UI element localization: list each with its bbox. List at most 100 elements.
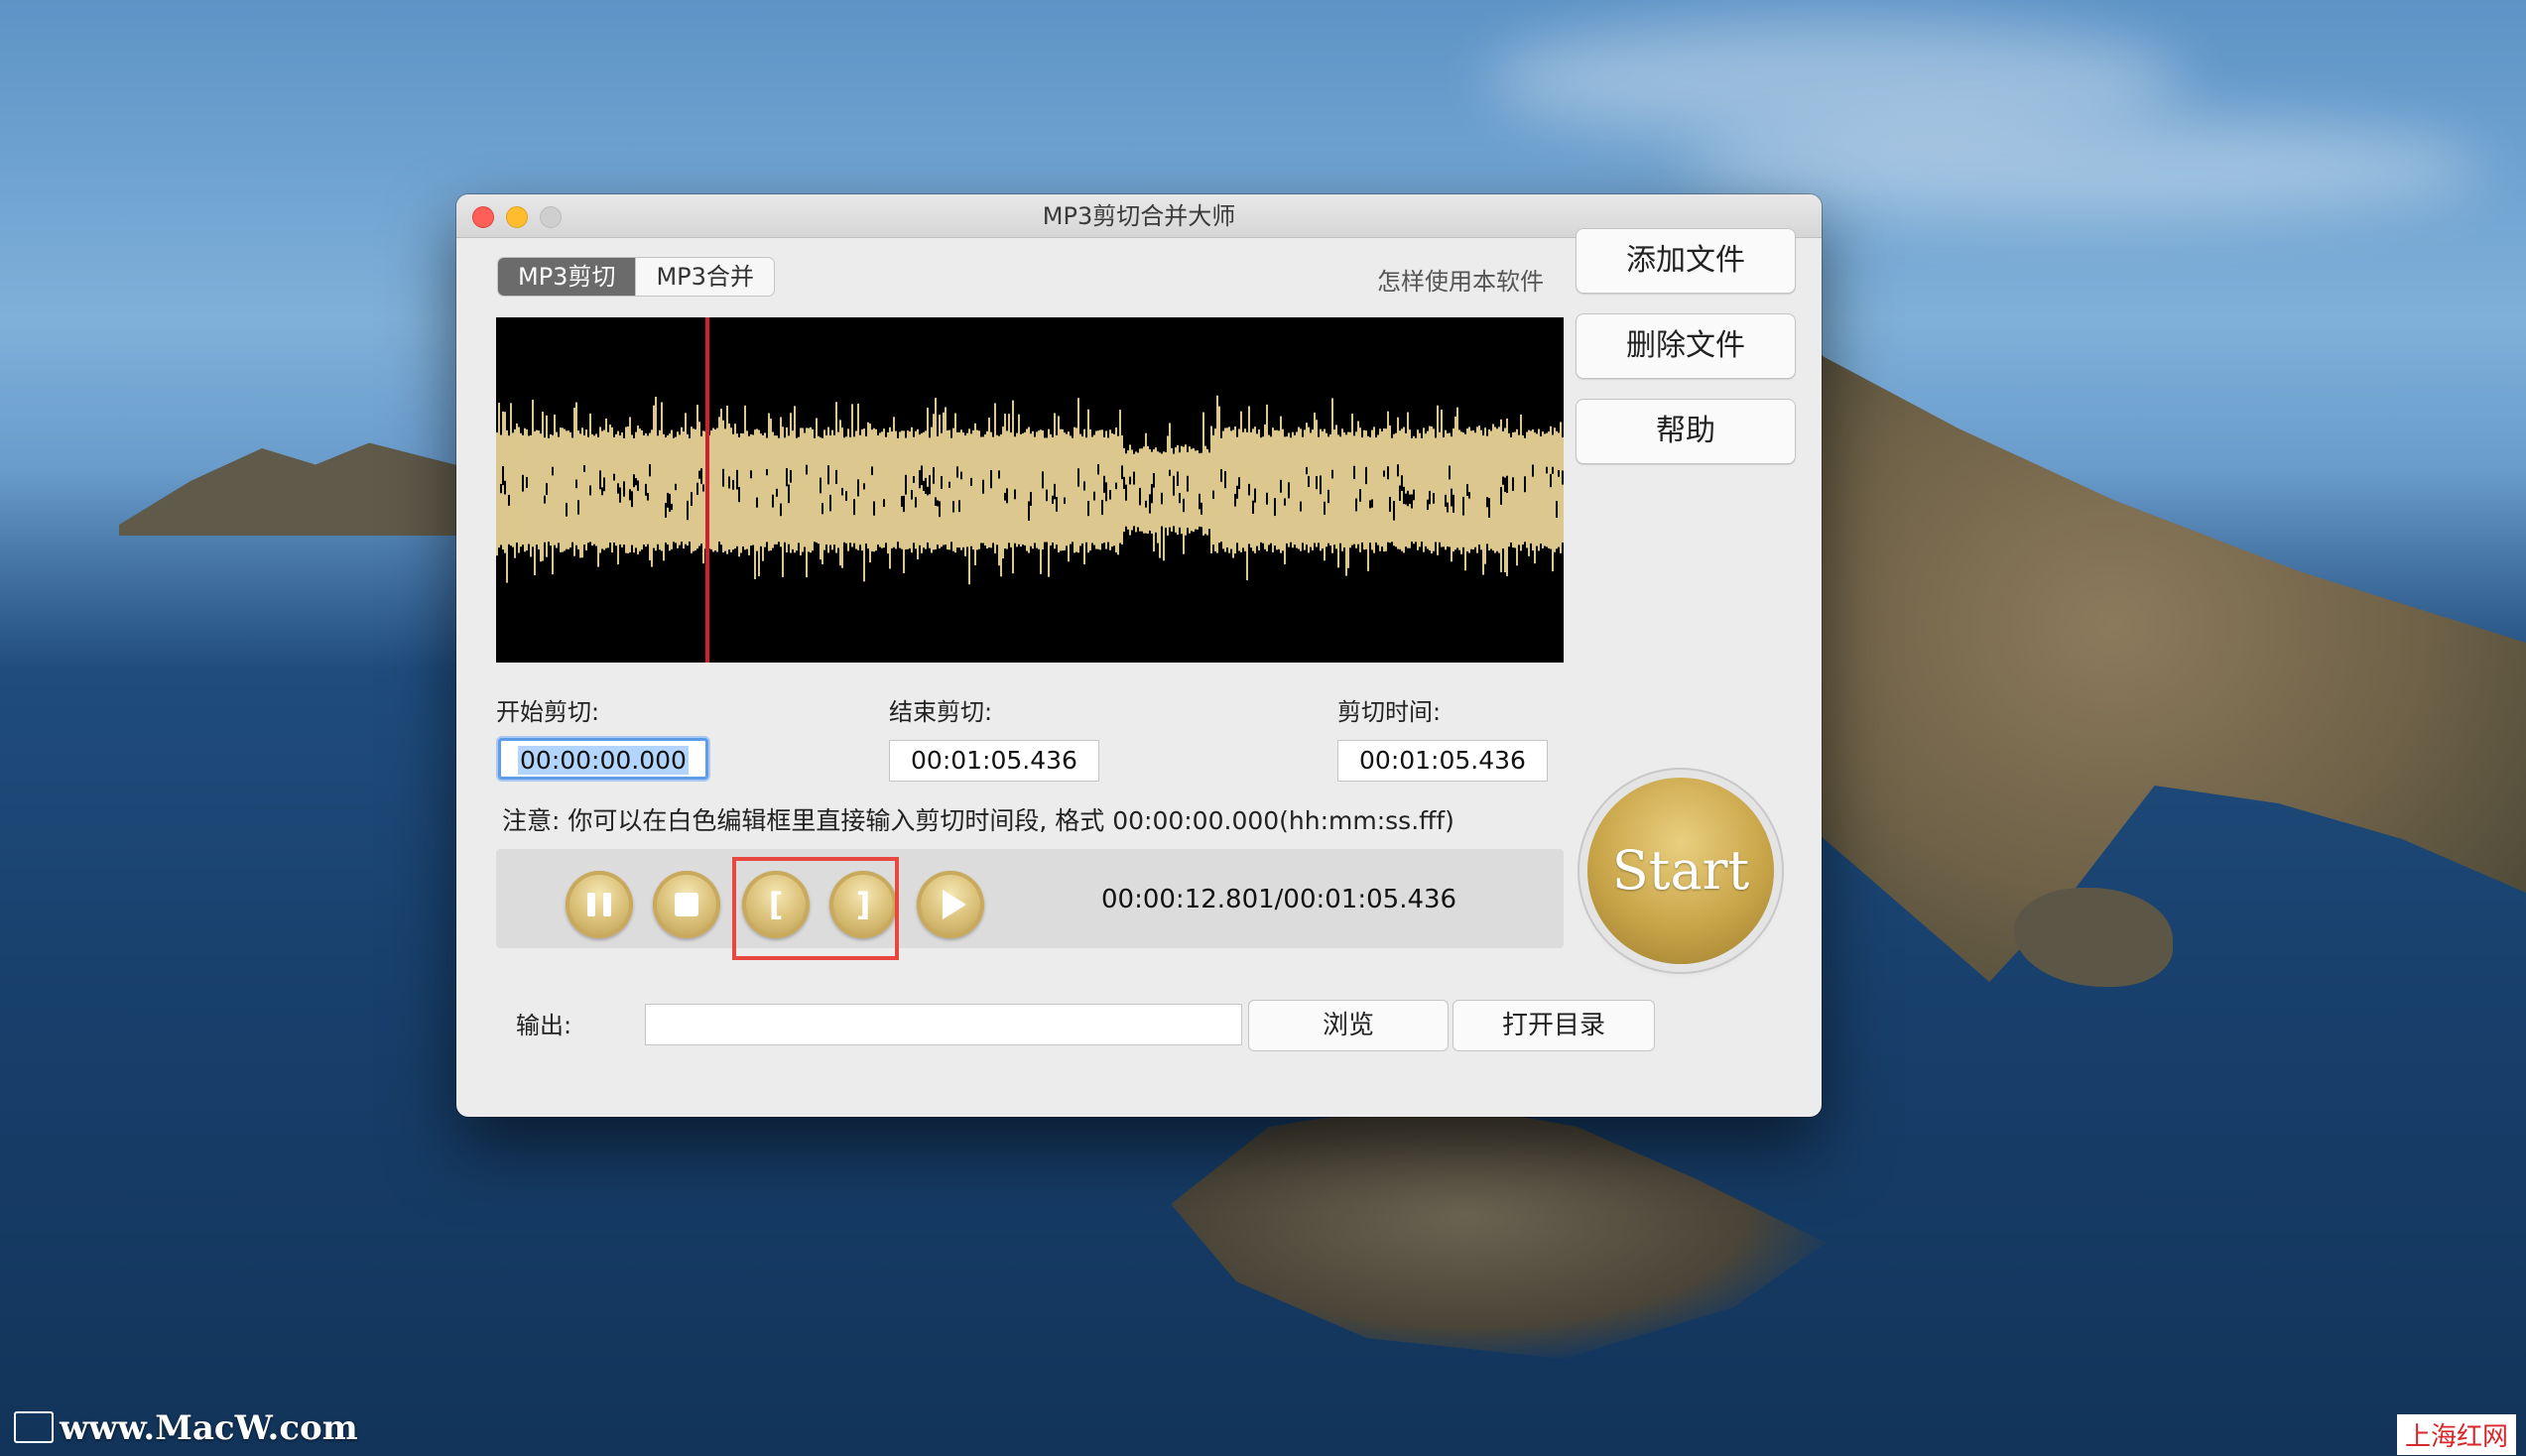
waveform-sample [1250,431,1252,548]
waveform-sample [943,412,945,546]
waveform-gap [841,487,843,496]
waveform-sample [919,434,921,546]
waveform-sample [1016,432,1018,547]
waveform-sample [1230,430,1232,549]
waveform-gap [901,496,903,508]
waveform-gap [1161,492,1163,505]
waveform-sample [1409,429,1411,548]
format-note: 注意: 你可以在白色编辑框里直接输入剪切时间段, 格式 00:00:00.000… [502,806,1454,835]
waveform-gap [738,487,740,503]
waveform-sample [958,431,960,548]
waveform-sample [669,433,671,551]
tab-mp3-cut[interactable]: MP3剪切 [498,258,636,296]
waveform-sample [1004,414,1006,549]
waveform-gap [1369,500,1371,509]
waveform-gap [939,501,941,518]
waveform-sample [1248,406,1250,545]
waveform-sample [1423,427,1425,552]
start-cut-field[interactable]: 00:00:00.000 [498,738,708,780]
stop-icon[interactable] [653,871,720,938]
how-to-use-link[interactable]: 怎样使用本软件 [1377,262,1544,297]
waveform-sample [1407,412,1409,548]
waveform-sample [665,436,667,544]
waveform-sample [627,426,629,553]
waveform-gap [599,470,601,490]
waveform-sample [558,436,560,544]
waveform-gap [1427,499,1429,511]
waveform-gap [1316,475,1318,490]
waveform-sample [845,436,847,544]
waveform-sample [821,437,823,564]
browse-button[interactable]: 浏览 [1248,1000,1449,1051]
waveform-gap [1028,501,1030,521]
waveform-sample [1129,444,1131,536]
waveform-sample [1058,416,1060,553]
waveform-sample [1439,431,1441,543]
waveform-display[interactable] [496,317,1564,663]
waveform-gap [788,484,790,504]
waveform-sample [1030,433,1032,546]
waveform-gap [1054,483,1056,500]
end-cut-field[interactable]: 00:01:05.436 [889,740,1099,782]
waveform-sample [1165,451,1167,529]
waveform-gap [1320,475,1322,495]
waveform-gap [698,470,700,479]
waveform-gap [700,468,702,484]
waveform-sample [883,428,885,548]
waveform-sample [740,432,742,553]
waveform-sample [1411,437,1413,543]
waveform-gap [982,479,984,494]
waveform-sample [897,437,899,543]
waveform-gap [1383,470,1385,477]
waveform-sample [655,396,657,551]
waveform-sample [1206,448,1208,536]
waveform-gap [1393,501,1395,521]
start-button[interactable]: Start [1587,778,1774,964]
waveform-sample [1302,436,1304,544]
waveform-gap [1004,492,1006,501]
playhead-marker[interactable] [705,317,709,663]
waveform-sample [782,426,784,577]
waveform-sample [685,413,687,545]
waveform-sample [544,437,546,543]
waveform-sample [1393,433,1395,546]
waveform-sample [865,435,867,545]
waveform-gap [623,481,625,497]
output-path-input[interactable] [645,1004,1242,1045]
waveform-gap [1462,496,1464,516]
add-file-button[interactable]: 添加文件 [1576,228,1796,294]
cut-duration-field[interactable]: 00:01:05.436 [1337,740,1548,782]
waveform-sample [1304,429,1306,550]
play-selection-icon[interactable] [917,871,984,938]
waveform-sample [798,436,800,544]
waveform-gap [1139,487,1141,506]
waveform-sample [970,433,972,546]
waveform-sample [556,431,558,548]
waveform-gap [619,487,621,503]
waveform-sample [1246,431,1248,581]
waveform-gap [1145,500,1147,508]
waveform-sample [1290,437,1292,543]
waveform-sample [1028,426,1030,553]
waveform-sample [1141,448,1143,532]
waveform-gap [923,480,925,491]
waveform-sample [1298,426,1300,549]
waveform-sample [538,430,540,549]
delete-file-button[interactable]: 删除文件 [1576,313,1796,379]
waveform-gap [1353,465,1355,480]
waveform-sample [1437,405,1439,555]
waveform-gap [1331,469,1333,479]
waveform-sample [750,433,752,546]
waveform-sample [1441,409,1443,547]
waveform-sample [1197,450,1199,530]
waveform-sample [1270,436,1272,544]
open-directory-button[interactable]: 打开目录 [1452,1000,1655,1051]
help-button[interactable]: 帮助 [1576,399,1796,464]
waveform-sample [498,403,500,548]
waveform-sample [1234,426,1236,554]
tab-mp3-merge[interactable]: MP3合并 [635,258,774,296]
waveform-sample [1256,433,1258,546]
waveform-gap [1266,492,1268,505]
pause-icon[interactable] [566,871,633,938]
waveform-gap [871,466,873,476]
